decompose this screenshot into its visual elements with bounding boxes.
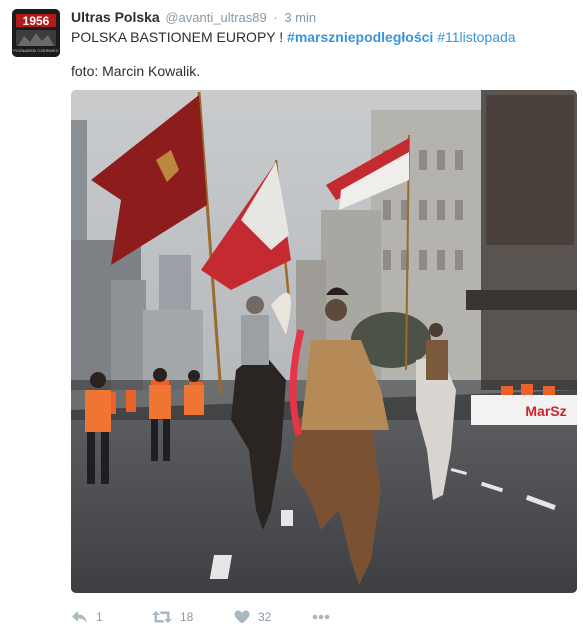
retweet-button[interactable]: 18	[152, 607, 193, 627]
tweet-photo[interactable]: MarSz	[71, 90, 577, 593]
reply-button[interactable]: 1	[71, 607, 103, 627]
like-count: 32	[258, 610, 272, 624]
tweet-card: 1956 POZNAŃSKI CZERWIEC Ultras Polska @a…	[0, 0, 583, 633]
avatar[interactable]: 1956 POZNAŃSKI CZERWIEC	[12, 9, 60, 57]
heart-icon	[234, 610, 250, 624]
avatar-caption: POZNAŃSKI CZERWIEC	[13, 48, 59, 53]
separator-dot: ·	[273, 10, 278, 25]
tweet-timestamp[interactable]: 3 min	[284, 10, 316, 25]
retweet-icon	[152, 611, 172, 623]
tweet-text: POLSKA BASTIONEM EUROPY ! #marszniepodle…	[71, 28, 516, 46]
hashtag-link-marsz[interactable]: #marszniepodległości	[287, 29, 433, 45]
avatar-label: 1956	[23, 14, 50, 28]
more-dots-icon	[312, 614, 330, 620]
more-button[interactable]	[312, 607, 330, 627]
photo-image: MarSz	[71, 90, 577, 593]
author-display-name[interactable]: Ultras Polska	[71, 9, 160, 25]
tweet-header: Ultras Polska @avanti_ultras89 · 3 min	[71, 9, 316, 25]
banner-text: MarSz	[525, 403, 566, 419]
like-button[interactable]: 32	[234, 607, 271, 627]
photo-credit: foto: Marcin Kowalik.	[71, 63, 201, 79]
retweet-count: 18	[180, 610, 194, 624]
hashtag-link-11listopada[interactable]: #11listopada	[437, 29, 515, 45]
reply-icon	[72, 611, 87, 623]
reply-count: 1	[96, 610, 103, 624]
author-handle[interactable]: @avanti_ultras89	[165, 10, 266, 25]
avatar-image: 1956 POZNAŃSKI CZERWIEC	[12, 9, 60, 57]
tweet-actions: 1 18 32	[71, 607, 371, 627]
tweet-text-main: POLSKA BASTIONEM EUROPY !	[71, 29, 288, 45]
